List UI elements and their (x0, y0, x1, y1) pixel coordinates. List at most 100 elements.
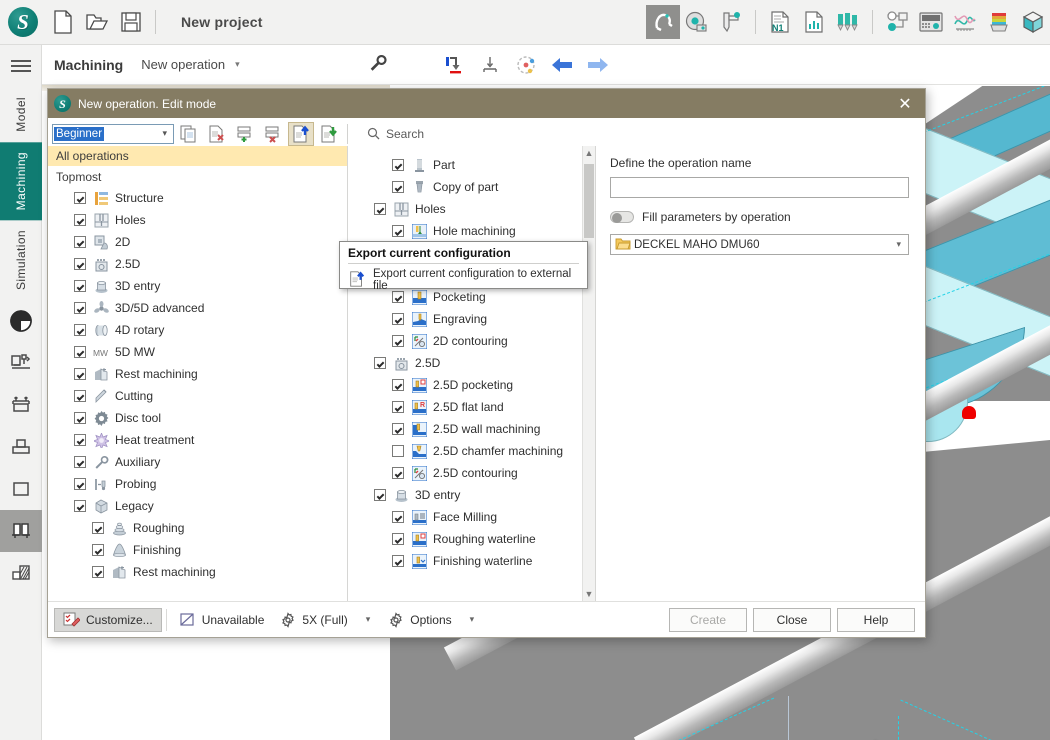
tree-item-auxiliary[interactable]: Auxiliary (48, 451, 347, 473)
report-icon[interactable] (797, 5, 831, 39)
add-to-group-icon[interactable] (232, 122, 258, 146)
scroll-down-icon[interactable]: ▼ (583, 587, 595, 601)
checkbox[interactable] (74, 214, 86, 226)
machine-schema-icon[interactable] (880, 5, 914, 39)
fill-parameters-toggle-row[interactable]: Fill parameters by operation (610, 210, 911, 224)
create-button[interactable]: Create (669, 607, 747, 632)
checkbox[interactable] (392, 225, 404, 237)
search-input[interactable]: Search (367, 127, 424, 141)
ribbon-operation-label[interactable]: New operation (141, 57, 225, 72)
help-button[interactable]: Help (837, 607, 915, 632)
export-configuration-icon[interactable] (288, 121, 314, 146)
tree-item-finishing-waterline[interactable]: Finishing waterline (348, 550, 595, 572)
tree-item-3d-entry[interactable]: 3D entry (48, 275, 347, 297)
checkbox[interactable] (74, 324, 86, 336)
checkbox[interactable] (74, 258, 86, 270)
checkbox[interactable] (74, 280, 86, 292)
checkbox[interactable] (392, 335, 404, 347)
tree-item-3d-entry[interactable]: 3D entry (348, 484, 595, 506)
next-arrow-icon[interactable] (582, 50, 614, 80)
tree-item-hole-machining[interactable]: Hole machining (348, 220, 595, 242)
checkbox[interactable] (392, 291, 404, 303)
tree-item-finishing[interactable]: Finishing (48, 539, 347, 561)
caliper-icon[interactable] (714, 5, 748, 39)
fixture-icon[interactable] (0, 384, 42, 426)
left-operations-tree[interactable]: All operations Topmost Structure Holes 2D 2… (48, 146, 348, 601)
save-icon[interactable] (114, 5, 148, 39)
operation-name-input[interactable] (610, 177, 909, 198)
close-button[interactable]: Close (753, 607, 831, 632)
tree-item-2-5d[interactable]: 2.5D (348, 352, 595, 374)
checkbox[interactable] (74, 478, 86, 490)
tree-item-rest-machining[interactable]: Rest machining (48, 561, 347, 583)
tree-item-part[interactable]: Part (348, 154, 595, 176)
stock-icon[interactable] (0, 426, 42, 468)
checkbox[interactable] (74, 390, 86, 402)
checkbox[interactable] (392, 401, 404, 413)
measure-roll-icon[interactable] (680, 5, 714, 39)
fill-parameters-toggle[interactable] (610, 211, 634, 223)
remove-from-group-icon[interactable] (260, 122, 286, 146)
tools-icon[interactable] (831, 5, 865, 39)
checkbox[interactable] (74, 434, 86, 446)
tree-item-2d[interactable]: 2D (48, 231, 347, 253)
stock-color-icon[interactable] (982, 5, 1016, 39)
rail-tab-simulation[interactable]: Simulation (0, 220, 42, 300)
options-chevron-down-icon[interactable]: ▾ (460, 614, 485, 625)
checkbox[interactable] (374, 203, 386, 215)
checkbox[interactable] (92, 566, 104, 578)
skill-level-select[interactable]: Beginner ▾ (52, 123, 174, 144)
tree-item-2-5d-chamfer-machining[interactable]: 2.5D chamfer machining (348, 440, 595, 462)
dialog-title-bar[interactable]: New operation. Edit mode ✕ (48, 89, 925, 118)
chevron-down-icon[interactable]: ▾ (235, 59, 240, 70)
workpiece-cube-icon[interactable] (1016, 5, 1050, 39)
scroll-up-icon[interactable]: ▲ (583, 146, 595, 160)
checkbox[interactable] (74, 368, 86, 380)
control-panel-icon[interactable] (914, 5, 948, 39)
set-origin-icon[interactable] (438, 50, 470, 80)
tree-item-3d-5d-advanced[interactable]: 3D/5D advanced (48, 297, 347, 319)
tree-item-4d-rotary[interactable]: 4D rotary (48, 319, 347, 341)
options-button[interactable]: Options (380, 608, 459, 632)
tree-item-legacy[interactable]: Legacy (48, 495, 347, 517)
mode-chevron-down-icon[interactable]: ▾ (356, 614, 381, 625)
checkbox[interactable] (392, 379, 404, 391)
checkbox[interactable] (92, 522, 104, 534)
checkbox[interactable] (92, 544, 104, 556)
tree-item-holes[interactable]: Holes (348, 198, 595, 220)
magnet-snap-icon[interactable] (646, 5, 680, 39)
customize-button[interactable]: Customize... (54, 607, 162, 632)
tree-item-disc-tool[interactable]: Disc tool (48, 407, 347, 429)
scrollbar-thumb[interactable] (584, 164, 594, 238)
close-icon[interactable]: ✕ (891, 90, 919, 118)
menu-icon[interactable] (0, 45, 41, 87)
checkbox[interactable] (392, 445, 404, 457)
rotate-axis-icon[interactable] (510, 50, 542, 80)
tree-item-structure[interactable]: Structure (48, 187, 347, 209)
tree-item-copy-of-part[interactable]: Copy of part (348, 176, 595, 198)
tree-item-2-5d-pocketing[interactable]: 2.5D pocketing (348, 374, 595, 396)
checkbox[interactable] (392, 467, 404, 479)
tree-item-2-5d-contouring[interactable]: 2.5D contouring (348, 462, 595, 484)
material-hatch-icon[interactable] (0, 552, 42, 594)
checkbox[interactable] (392, 181, 404, 193)
set-depth-icon[interactable] (474, 50, 506, 80)
checkbox[interactable] (74, 412, 86, 424)
checkbox[interactable] (392, 555, 404, 567)
checkbox[interactable] (392, 423, 404, 435)
checkbox[interactable] (392, 313, 404, 325)
tree-scrollbar[interactable]: ▲ ▼ (582, 146, 595, 601)
vise-icon[interactable] (0, 510, 42, 553)
tree-item-probing[interactable]: Probing (48, 473, 347, 495)
tree-item-face-milling[interactable]: Face Milling (348, 506, 595, 528)
checkbox[interactable] (74, 456, 86, 468)
tree-item-2-5d[interactable]: 2.5D (48, 253, 347, 275)
tree-item-cutting[interactable]: Cutting (48, 385, 347, 407)
graph-ruler-icon[interactable] (948, 5, 982, 39)
previous-arrow-icon[interactable] (546, 50, 578, 80)
checkbox[interactable] (392, 511, 404, 523)
copy-configuration-icon[interactable] (176, 122, 202, 146)
tree-item-holes[interactable]: Holes (48, 209, 347, 231)
tree-item-roughing[interactable]: Roughing (48, 517, 347, 539)
tree-item-2d-contouring[interactable]: 2D contouring (348, 330, 595, 352)
